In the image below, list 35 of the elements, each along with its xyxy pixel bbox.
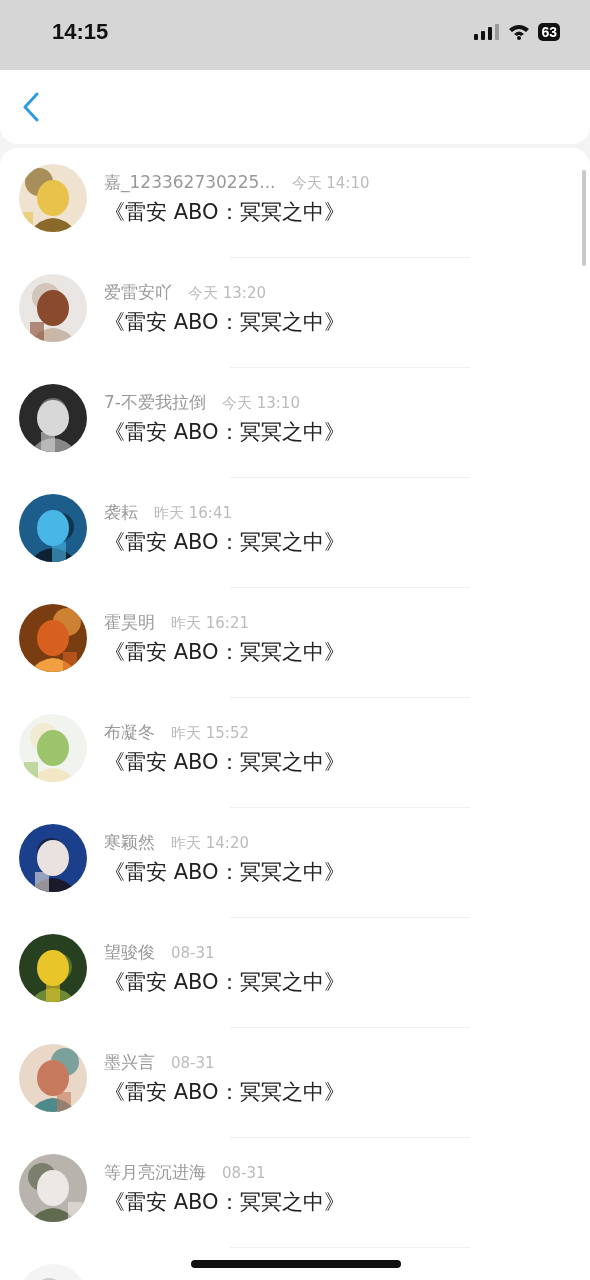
- message-time: 今天 13:10: [221, 393, 300, 413]
- user-name: 袭耘: [104, 500, 138, 524]
- battery-level: 63: [538, 23, 560, 41]
- message-time: 08-31: [171, 943, 215, 962]
- message-time: 08-31: [171, 1053, 215, 1072]
- wifi-icon: [508, 24, 531, 40]
- signal-icon: [474, 24, 501, 40]
- book-title: 《雷安 ABO：冥冥之中》: [104, 748, 345, 776]
- book-title: 《雷安 ABO：冥冥之中》: [104, 638, 345, 666]
- back-icon[interactable]: [22, 92, 40, 122]
- message-time: 今天 14:10: [291, 173, 370, 193]
- book-title: 《雷安 ABO：冥冥之中》: [104, 308, 345, 336]
- user-name: 嘉_123362730225...: [104, 170, 276, 194]
- user-name: 布凝冬: [104, 720, 155, 744]
- book-title: 《雷安 ABO：冥冥之中》: [104, 1188, 345, 1216]
- message-time: 08-31: [222, 1163, 266, 1182]
- book-title: 《雷安 ABO：冥冥之中》: [104, 418, 345, 446]
- book-title: 《雷安 ABO：冥冥之中》: [104, 528, 345, 556]
- book-title: 《雷安 ABO：冥冥之中》: [104, 198, 346, 226]
- message-time: 今天 13:20: [188, 283, 266, 303]
- user-name: 霍昊明: [104, 610, 155, 634]
- message-time: 昨天 16:21: [171, 613, 249, 633]
- book-title: 《雷安 ABO：冥冥之中》: [104, 858, 345, 886]
- user-name: 等月亮沉进海: [104, 1160, 206, 1184]
- user-name: 墨兴言: [104, 1050, 155, 1074]
- book-title: 《雷安 ABO：冥冥之中》: [104, 968, 345, 996]
- user-name: 望骏俊: [104, 940, 155, 964]
- status-time: 14:15: [52, 19, 109, 45]
- message-time: 昨天 14:20: [171, 833, 249, 853]
- message-time: 昨天 15:52: [171, 723, 249, 743]
- user-name: 寒颖然: [104, 830, 155, 854]
- user-name: 7-不爱我拉倒: [104, 390, 206, 414]
- user-name: 爱雷安吖: [104, 280, 172, 304]
- message-time: 昨天 16:41: [154, 503, 232, 523]
- book-title: 《雷安 ABO：冥冥之中》: [104, 1078, 345, 1106]
